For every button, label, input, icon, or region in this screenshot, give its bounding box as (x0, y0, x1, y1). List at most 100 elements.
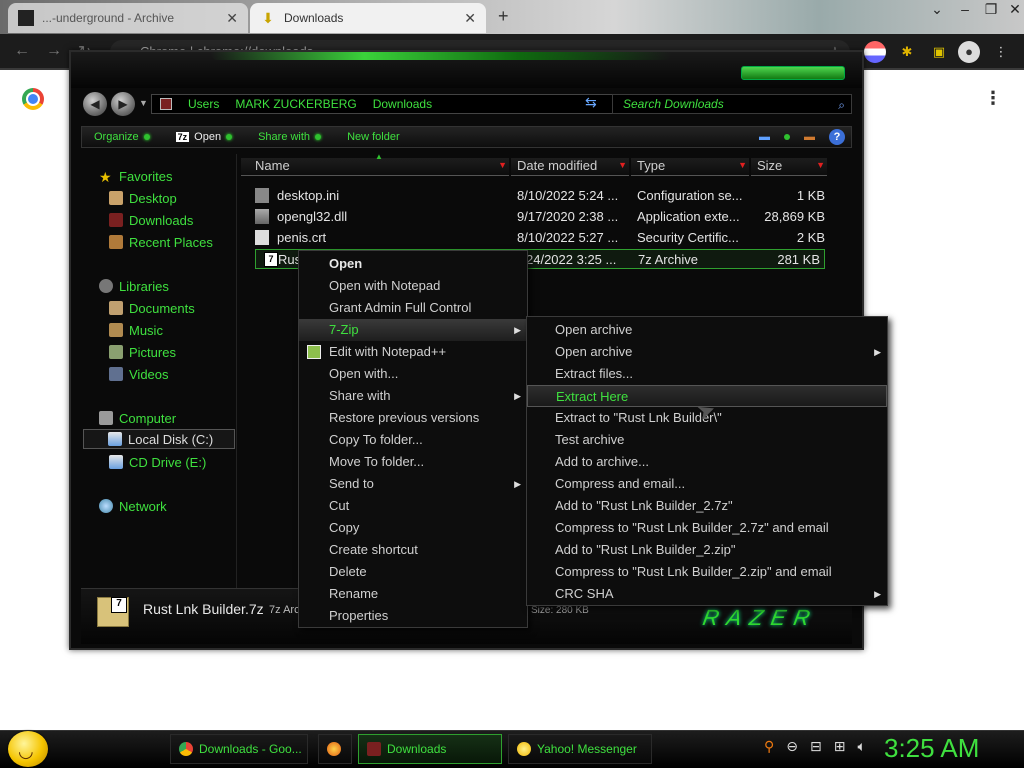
search-icon[interactable]: ⚲ (764, 738, 774, 755)
menu-compress-email[interactable]: Compress and email... (527, 473, 887, 495)
breadcrumb-users[interactable]: Users (188, 97, 219, 111)
menu-compress-7z-email[interactable]: Compress to "Rust Lnk Builder_2.7z" and … (527, 517, 887, 539)
sort-arrow-icon[interactable]: ▼ (816, 160, 825, 170)
help-icon[interactable]: ? (829, 129, 845, 145)
nav-music[interactable]: Music (109, 320, 163, 340)
browser-tab-downloads[interactable]: ⬇ Downloads ✕ (250, 3, 486, 33)
taskbar-firefox[interactable] (318, 734, 352, 764)
menu-dots-icon[interactable]: ⋮ (990, 41, 1012, 63)
share-with-button[interactable]: Share with (258, 131, 322, 143)
file-type: Configuration se... (637, 188, 743, 203)
menu-cut[interactable]: Cut (299, 495, 527, 517)
taskbar-chrome[interactable]: Downloads - Goo... (170, 734, 308, 764)
column-type[interactable]: Type ▼ (631, 158, 749, 176)
organize-button[interactable]: Organize (94, 131, 150, 143)
nav-downloads[interactable]: Downloads (109, 210, 193, 230)
history-dropdown-icon[interactable]: ▼ (139, 98, 148, 108)
nav-cd-drive[interactable]: CD Drive (E:) (109, 452, 206, 472)
nav-local-disk[interactable]: Local Disk (C:) (83, 429, 235, 449)
menu-edit-notepadpp[interactable]: Edit with Notepad++ (299, 341, 527, 363)
breadcrumb-user[interactable]: MARK ZUCKERBERG (235, 97, 356, 111)
nav-recent-places[interactable]: Recent Places (109, 232, 213, 252)
taskbar-explorer-downloads[interactable]: Downloads (358, 734, 502, 764)
page-menu-icon[interactable]: ⋮ (984, 88, 1002, 109)
new-tab-button[interactable]: + (498, 6, 509, 27)
menu-test-archive[interactable]: Test archive (527, 429, 887, 451)
nav-videos[interactable]: Videos (109, 364, 169, 384)
nav-documents[interactable]: Documents (109, 298, 195, 318)
menu-move-to-folder[interactable]: Move To folder... (299, 451, 527, 473)
menu-7zip[interactable]: 7-Zip ▶ (299, 319, 527, 341)
table-row[interactable]: desktop.ini 8/10/2022 5:24 ... Configura… (247, 186, 837, 206)
window-controls[interactable] (741, 66, 845, 80)
puzzle-icon[interactable]: ✱ (896, 41, 918, 63)
menu-open-with[interactable]: Open with... (299, 363, 527, 385)
menu-extract-files[interactable]: Extract files... (527, 363, 887, 385)
menu-send-to[interactable]: Send to ▶ (299, 473, 527, 495)
menu-add-to-7z[interactable]: Add to "Rust Lnk Builder_2.7z" (527, 495, 887, 517)
search-icon[interactable]: ⌕ (838, 96, 845, 114)
column-date[interactable]: Date modified ▼ (511, 158, 629, 176)
close-tab-icon[interactable]: ✕ (464, 10, 476, 27)
close-tab-icon[interactable]: ✕ (226, 10, 238, 27)
back-arrow-icon[interactable]: ← (14, 42, 30, 60)
file-size: 281 KB (777, 252, 820, 267)
dropdown-dot-icon (226, 134, 233, 140)
menu-delete[interactable]: Delete (299, 561, 527, 583)
menu-grant-admin[interactable]: Grant Admin Full Control (299, 297, 527, 319)
menu-open-with-notepad[interactable]: Open with Notepad (299, 275, 527, 297)
menu-restore-versions[interactable]: Restore previous versions (299, 407, 527, 429)
nav-pictures[interactable]: Pictures (109, 342, 176, 362)
back-button[interactable]: ◀ (83, 92, 107, 116)
tray-expand-icon[interactable]: ⊟ (810, 738, 822, 755)
menu-compress-zip-email[interactable]: Compress to "Rust Lnk Builder_2.zip" and… (527, 561, 887, 583)
explorer-address-bar[interactable]: Users MARK ZUCKERBERG Downloads ▽ (151, 94, 651, 114)
view-dropdown-dot-icon[interactable] (784, 134, 790, 140)
table-row[interactable]: penis.crt 8/10/2022 5:27 ... Security Ce… (247, 228, 837, 248)
menu-add-to-archive[interactable]: Add to archive... (527, 451, 887, 473)
network-tray-icon[interactable]: ⊞ (834, 738, 846, 755)
refresh-icon[interactable]: ⇆ (585, 94, 597, 111)
nav-label: Desktop (129, 190, 177, 206)
open-button[interactable]: 7z Open (175, 131, 233, 143)
menu-open-archive-sub[interactable]: Open archive ▶ (527, 341, 887, 363)
menu-rename[interactable]: Rename (299, 583, 527, 605)
menu-create-shortcut[interactable]: Create shortcut (299, 539, 527, 561)
preview-pane-icon[interactable]: ▬ (804, 131, 815, 143)
start-button[interactable] (8, 731, 48, 767)
browser-tab-archive[interactable]: ...-underground - Archive ✕ (8, 3, 248, 33)
sort-arrow-icon[interactable]: ▼ (738, 160, 747, 170)
table-row[interactable]: opengl32.dll 9/17/2020 2:38 ... Applicat… (247, 207, 837, 227)
close-window-icon[interactable]: ✕ (1000, 0, 1024, 20)
sidebar-icon[interactable]: ▣ (928, 41, 950, 63)
nav-network[interactable]: Network (99, 496, 167, 516)
profile-flag-icon[interactable] (864, 41, 886, 63)
search-input[interactable]: Search Downloads ⌕ (612, 94, 852, 114)
column-size[interactable]: Size ▼ (751, 158, 827, 176)
nav-desktop[interactable]: Desktop (109, 188, 177, 208)
menu-properties[interactable]: Properties (299, 605, 527, 627)
breadcrumb-downloads[interactable]: Downloads (373, 97, 432, 111)
volume-icon[interactable]: 🔈︎ (857, 738, 865, 755)
menu-add-to-zip[interactable]: Add to "Rust Lnk Builder_2.zip" (527, 539, 887, 561)
nav-libraries[interactable]: Libraries (99, 276, 169, 296)
taskbar-clock[interactable]: 3:25 AM (884, 733, 979, 764)
taskbar-yahoo-messenger[interactable]: Yahoo! Messenger (508, 734, 652, 764)
menu-share-with[interactable]: Share with ▶ (299, 385, 527, 407)
new-folder-button[interactable]: New folder (347, 131, 400, 143)
forward-arrow-icon[interactable]: → (46, 42, 62, 60)
forward-button[interactable]: ▶ (111, 92, 135, 116)
menu-copy-to-folder[interactable]: Copy To folder... (299, 429, 527, 451)
chevron-down-icon[interactable]: ⌄ (922, 0, 952, 20)
menu-crc-sha[interactable]: CRC SHA ▶ (527, 583, 887, 605)
view-icon[interactable]: ▬ (759, 131, 770, 143)
minus-circle-icon[interactable]: ⊖ (786, 738, 798, 755)
sort-arrow-icon[interactable]: ▼ (618, 160, 627, 170)
menu-copy[interactable]: Copy (299, 517, 527, 539)
menu-open[interactable]: Open (299, 253, 527, 275)
avatar-icon[interactable]: ● (958, 41, 980, 63)
nav-computer[interactable]: Computer (99, 408, 176, 428)
menu-open-archive[interactable]: Open archive (527, 319, 887, 341)
nav-favorites[interactable]: ★ Favorites (99, 166, 172, 186)
sort-arrow-icon[interactable]: ▼ (498, 160, 507, 170)
